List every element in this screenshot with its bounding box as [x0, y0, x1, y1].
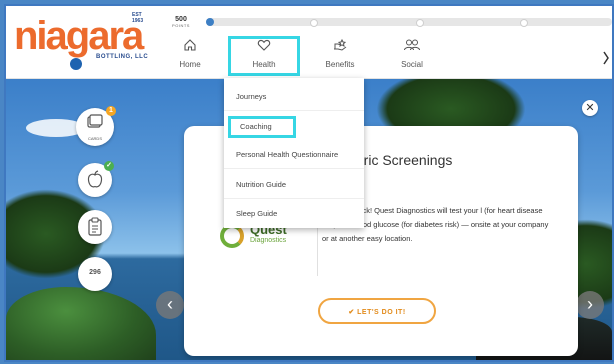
menu-item-nutrition-guide[interactable]: Nutrition Guide [224, 170, 364, 199]
logo-wordmark: niagara [14, 14, 144, 58]
cards-tile[interactable]: CARDS 1 [76, 106, 116, 146]
menu-item-label: Coaching [240, 122, 272, 131]
carousel-next-button[interactable]: › [576, 291, 604, 319]
menu-item-label: Sleep Guide [236, 209, 278, 218]
carousel-prev-button[interactable]: ‹ [156, 291, 184, 319]
menu-item-sleep-guide[interactable]: Sleep Guide [224, 199, 364, 228]
progress-milestone [310, 19, 318, 27]
cards-badge: 1 [106, 106, 116, 116]
nav-social-label: Social [401, 60, 423, 69]
cards-icon [87, 114, 103, 128]
top-header: niagara EST 1963 BOTTLING, LLC 500 POINT… [6, 6, 612, 79]
progress-milestone [520, 19, 528, 27]
points-label: POINTS [172, 23, 190, 28]
nav-home[interactable]: Home [160, 36, 220, 76]
apple-icon [87, 170, 103, 188]
niagara-logo[interactable]: niagara EST 1963 BOTTLING, LLC [14, 10, 154, 74]
card-title: etric Screenings [352, 152, 453, 168]
island [6, 287, 156, 360]
cards-tile-caption: CARDS [87, 136, 102, 141]
header-scroll-right-icon[interactable] [602, 46, 610, 70]
menu-item-label: Personal Health Questionnaire [236, 150, 339, 159]
points-progress-fill [206, 18, 215, 26]
social-icon [382, 38, 442, 56]
nav-health[interactable]: Health [228, 36, 300, 76]
menu-item-label: Nutrition Guide [236, 180, 287, 189]
clipboard-tile[interactable] [78, 210, 112, 244]
app-window: niagara EST 1963 BOTTLING, LLC 500 POINT… [4, 4, 614, 362]
menu-item-journeys[interactable]: Journeys [224, 82, 364, 111]
logo-subtitle: BOTTLING, LLC [96, 54, 149, 60]
points-progress-bar [206, 18, 612, 27]
progress-milestone [416, 19, 424, 27]
steps-tile-value: 296 [89, 269, 101, 276]
close-button[interactable]: ✕ [582, 100, 598, 116]
close-icon: ✕ [585, 102, 595, 114]
apple-tile[interactable]: ✓ [78, 161, 114, 197]
home-icon [160, 38, 220, 56]
logo-est: EST 1963 [132, 12, 144, 24]
check-icon: ✔ [348, 309, 358, 316]
main-nav: Home Health Benefits Social [156, 36, 436, 76]
chevron-left-icon: ‹ [167, 294, 173, 314]
points-counter: 500 POINTS [166, 16, 196, 28]
partner-subtitle: Diagnostics [250, 237, 287, 244]
clipboard-icon [88, 217, 102, 236]
nav-social[interactable]: Social [382, 36, 442, 76]
benefits-icon [310, 38, 370, 56]
nav-home-label: Home [179, 60, 201, 69]
points-value: 500 [175, 16, 187, 23]
completed-check-badge: ✓ [104, 161, 114, 171]
menu-item-personal-health-questionnaire[interactable]: Personal Health Questionnaire [224, 140, 364, 169]
menu-item-label: Journeys [236, 92, 267, 101]
nav-health-label: Health [252, 60, 276, 69]
menu-item-coaching[interactable]: Coaching [228, 116, 296, 138]
nav-benefits-label: Benefits [325, 60, 355, 69]
heart-icon [228, 38, 300, 56]
steps-tile[interactable]: 296 [78, 257, 112, 291]
lets-do-it-button[interactable]: ✔ LET'S DO IT! [318, 298, 436, 324]
logo-drop-icon [70, 58, 82, 70]
cta-label: LET'S DO IT! [357, 309, 406, 316]
health-dropdown-menu: Journeys Coaching Personal Health Questi… [224, 78, 364, 228]
nav-benefits[interactable]: Benefits [310, 36, 370, 76]
chevron-right-icon: › [587, 294, 593, 314]
